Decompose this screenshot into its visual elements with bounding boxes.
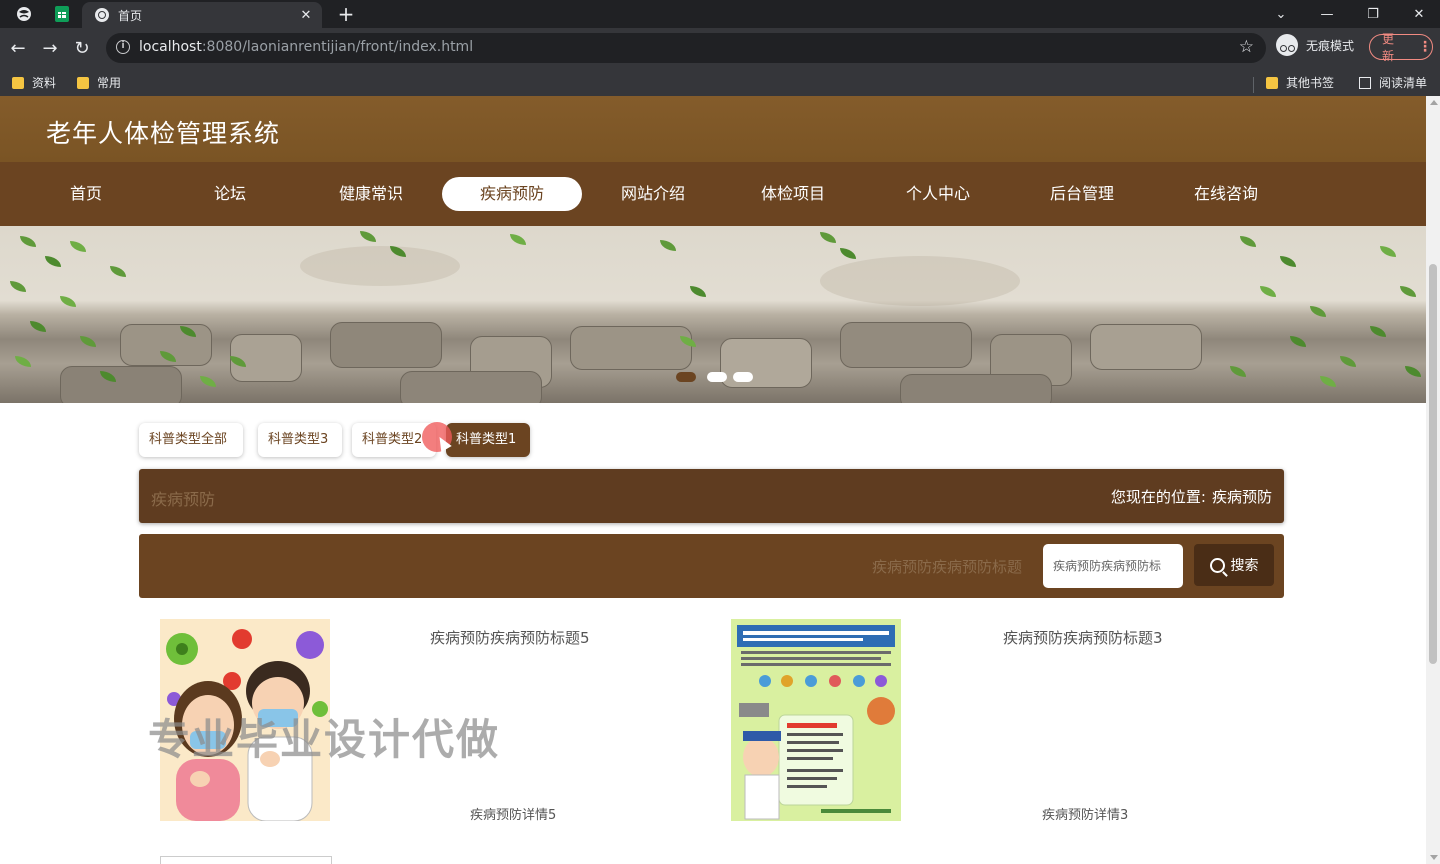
- forward-icon[interactable]: →: [38, 36, 62, 60]
- scroll-thumb[interactable]: [1429, 264, 1437, 664]
- nav-disease-prevention[interactable]: 疾病预防: [442, 177, 582, 211]
- update-button[interactable]: 更新 ⋮: [1369, 32, 1433, 63]
- carousel-dot-2[interactable]: [707, 372, 727, 382]
- browser-menu-icon[interactable]: [12, 3, 36, 25]
- page-scrollbar[interactable]: [1426, 96, 1440, 864]
- bookmark-folder-ziliao[interactable]: 资料: [12, 74, 56, 91]
- search-label: 疾病预防疾病预防标题: [872, 558, 1023, 576]
- page-viewport: 老年人体检管理系统 首页 论坛 健康常识 疾病预防 网站介绍 体检项目 个人中心…: [0, 96, 1426, 864]
- watermark-text: 专业毕业设计代做: [148, 715, 501, 764]
- search-input[interactable]: [1043, 544, 1183, 588]
- folder-icon: [77, 76, 89, 89]
- vine-right: [1200, 226, 1426, 403]
- filter-all[interactable]: 科普类型全部: [139, 423, 243, 457]
- nav-home[interactable]: 首页: [36, 177, 136, 211]
- info-icon[interactable]: i: [116, 40, 130, 54]
- tab-title: 首页: [118, 8, 143, 23]
- search-button[interactable]: 搜索: [1194, 544, 1274, 586]
- nav-personal-center[interactable]: 个人中心: [886, 177, 990, 211]
- minimize-icon[interactable]: —: [1304, 0, 1350, 28]
- restore-icon[interactable]: ❐: [1350, 0, 1396, 28]
- browser-toolbar: ← → ↻ i localhost:8080/laonianrentijian/…: [0, 28, 1440, 68]
- tab-search-icon[interactable]: ⌄: [1258, 0, 1304, 28]
- nav-admin[interactable]: 后台管理: [1030, 177, 1134, 211]
- reading-list[interactable]: 阅读清单: [1359, 74, 1427, 91]
- more-menu-icon: ⋮: [1418, 39, 1432, 55]
- nav-site-intro[interactable]: 网站介绍: [602, 177, 704, 211]
- carousel-dot-1[interactable]: [676, 372, 696, 382]
- close-tab-icon[interactable]: ✕: [298, 8, 314, 23]
- breadcrumb: 您现在的位置: 疾病预防: [1110, 488, 1272, 506]
- address-bar[interactable]: i localhost:8080/laonianrentijian/front/…: [106, 33, 1266, 63]
- carousel-dot-3[interactable]: [733, 372, 753, 382]
- section-title: 疾病预防: [151, 490, 216, 509]
- next-card-peek: [160, 856, 332, 864]
- reload-icon[interactable]: ↻: [70, 36, 94, 60]
- scroll-down-icon[interactable]: [1430, 855, 1438, 860]
- bookmark-folder-changyong[interactable]: 常用: [77, 74, 121, 91]
- nav-online-consult[interactable]: 在线咨询: [1174, 177, 1278, 211]
- card-detail-1[interactable]: 疾病预防详情5: [470, 804, 556, 823]
- site-nav: 首页 论坛 健康常识 疾病预防 网站介绍 体检项目 个人中心 后台管理 在线咨询: [0, 162, 1426, 226]
- site-title: 老年人体检管理系统: [46, 119, 281, 148]
- active-tab[interactable]: 首页 ✕: [82, 2, 322, 28]
- hero-banner: [0, 226, 1426, 403]
- card-image-2[interactable]: [731, 619, 901, 821]
- bookmark-star-icon[interactable]: ☆: [1239, 37, 1254, 57]
- nav-health-knowledge[interactable]: 健康常识: [320, 177, 422, 211]
- globe-icon: [95, 8, 109, 22]
- vine-left: [0, 226, 260, 403]
- bookmark-other[interactable]: 其他书签: [1266, 74, 1334, 91]
- new-tab-icon[interactable]: +: [334, 2, 358, 26]
- site-header: 老年人体检管理系统: [0, 96, 1426, 162]
- search-bar: 疾病预防疾病预防标题 搜索: [139, 534, 1284, 598]
- bookmarks-divider: [1253, 77, 1254, 93]
- scroll-up-icon[interactable]: [1430, 100, 1438, 105]
- vine-middle: [360, 226, 860, 403]
- browser-tab-strip: 首页 ✕ + ⌄ — ❐ ✕: [0, 0, 1440, 28]
- card-title-2[interactable]: 疾病预防疾病预防标题3: [1003, 627, 1163, 648]
- url-text[interactable]: localhost:8080/laonianrentijian/front/in…: [139, 39, 473, 55]
- sheets-app-icon[interactable]: [50, 3, 74, 25]
- reading-list-icon: [1359, 76, 1371, 89]
- back-icon[interactable]: ←: [6, 36, 30, 60]
- incognito-icon: [1276, 34, 1298, 56]
- search-icon: [1209, 557, 1225, 573]
- card-detail-2[interactable]: 疾病预防详情3: [1042, 804, 1128, 823]
- filter-type-3[interactable]: 科普类型3: [258, 423, 342, 457]
- incognito-indicator[interactable]: 无痕模式: [1276, 34, 1354, 56]
- section-breadcrumb-bar: 疾病预防 您现在的位置: 疾病预防: [139, 469, 1284, 523]
- close-window-icon[interactable]: ✕: [1396, 0, 1440, 28]
- folder-icon: [12, 76, 24, 89]
- folder-icon: [1266, 76, 1278, 89]
- filter-type-1[interactable]: 科普类型1: [446, 423, 530, 457]
- nav-checkup-items[interactable]: 体检项目: [742, 177, 844, 211]
- nav-forum[interactable]: 论坛: [180, 177, 280, 211]
- bookmarks-bar: 资料 常用 其他书签 阅读清单: [0, 68, 1440, 96]
- card-title-1[interactable]: 疾病预防疾病预防标题5: [430, 627, 590, 648]
